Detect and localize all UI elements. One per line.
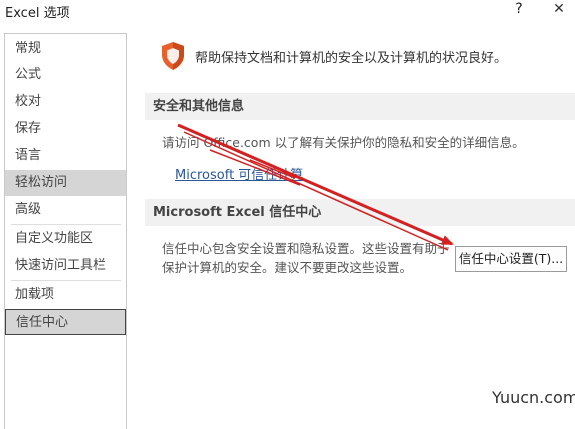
sidebar-divider [11,280,121,281]
sidebar-item-general[interactable]: 常规 [5,36,126,62]
options-sidebar: 常规 公式 校对 保存 语言 轻松访问 高级 自定义功能区 快速访问工具栏 加载… [4,33,127,429]
section-heading-privacy: 安全和其他信息 [145,93,575,120]
trust-center-description: 信任中心包含安全设置和隐私设置。这些设置有助于 [162,241,450,256]
content-panel: 帮助保持文档和计算机的安全以及计算机的状况良好。 安全和其他信息 请访问 Off… [135,33,575,429]
sidebar-item-formulas[interactable]: 公式 [5,62,126,88]
sidebar-item-proofing[interactable]: 校对 [5,89,126,115]
page-header-text: 帮助保持文档和计算机的安全以及计算机的状况良好。 [195,51,508,66]
sidebar-item-add-ins[interactable]: 加载项 [5,282,126,308]
help-button[interactable]: ? [509,0,529,20]
window-title: Excel 选项 [5,6,70,21]
sidebar-item-language[interactable]: 语言 [5,143,126,169]
sidebar-item-save[interactable]: 保存 [5,116,126,142]
close-button[interactable]: ✕ [548,0,570,20]
watermark-text: Yuucn.com [492,388,575,407]
sidebar-item-quick-access-toolbar[interactable]: 快速访问工具栏 [5,253,126,279]
sidebar-divider [11,224,121,225]
shield-icon [162,42,184,70]
sidebar-item-accessibility[interactable]: 轻松访问 [5,170,126,196]
trust-center-description: 保护计算机的安全。建议不要更改这些设置。 [162,260,413,275]
sidebar-item-customize-ribbon[interactable]: 自定义功能区 [5,226,126,252]
title-bar: Excel 选项 ? ✕ [0,0,575,22]
sidebar-item-trust-center[interactable]: 信任中心 [5,309,126,335]
trust-center-settings-button[interactable]: 信任中心设置(T)... [455,246,567,272]
section-heading-trust-center: Microsoft Excel 信任中心 [145,199,575,226]
trustworthy-computing-link[interactable]: Microsoft 可信任计算 [175,164,303,183]
sidebar-item-advanced[interactable]: 高级 [5,197,126,223]
privacy-info-text: 请访问 Office.com 以了解有关保护你的隐私和安全的详细信息。 [162,135,525,150]
